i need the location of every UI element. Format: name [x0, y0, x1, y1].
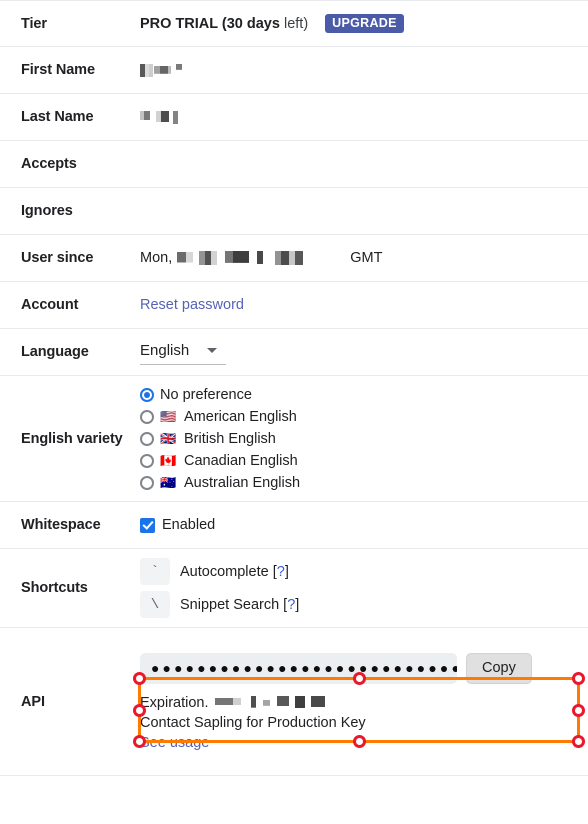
row-value-api: ●●●●●●●●●●●●●●●●●●●●●●●●●●●●●●●●●●●●● Co…	[140, 628, 588, 775]
user-since-prefix: Mon,	[140, 250, 173, 266]
radio-option-no-preference[interactable]: No preference	[140, 384, 300, 405]
redacted-last-name	[140, 110, 186, 124]
api-expiration-line: Expiration.	[140, 693, 532, 713]
help-icon-snippet-search[interactable]: ?	[287, 597, 295, 613]
chevron-down-icon	[207, 347, 218, 353]
redacted-first-name	[140, 63, 188, 77]
row-value-account: Reset password	[140, 297, 588, 313]
radio-option-british-english[interactable]: 🇬🇧 British English	[140, 428, 300, 449]
language-select[interactable]: English	[140, 340, 226, 365]
row-label-last-name: Last Name	[21, 109, 94, 125]
language-select-value: English	[140, 341, 190, 359]
row-first-name: First Name	[0, 47, 588, 94]
row-accepts: Accepts	[0, 141, 588, 188]
row-label-accepts: Accepts	[21, 156, 77, 172]
row-value-english-variety: No preference 🇺🇸 American English 🇬🇧 Bri…	[140, 376, 588, 501]
row-label-first-name: First Name	[21, 62, 95, 78]
tier-remaining-text: left)	[279, 15, 309, 32]
row-whitespace: Whitespace Enabled	[0, 502, 588, 549]
shortcut-list: ` Autocomplete [?] \ Snippet Search [?]	[140, 549, 299, 627]
row-label-language: Language	[21, 344, 89, 360]
row-label-ignores: Ignores	[21, 203, 73, 219]
radio-icon-australian-english[interactable]	[140, 475, 154, 490]
radio-label-no-preference: No preference	[160, 386, 252, 403]
account-settings-table: Tier PRO TRIAL (30 days left) UPGRADE Fi…	[0, 0, 588, 776]
shortcut-item-snippet-search: \ Snippet Search [?]	[140, 591, 299, 618]
row-last-name: Last Name	[0, 94, 588, 141]
row-value-last-name	[140, 110, 588, 124]
row-ignores: Ignores	[0, 188, 588, 235]
flag-icon-gb: 🇬🇧	[160, 431, 177, 446]
row-label-tier: Tier	[21, 15, 47, 32]
copy-api-key-button[interactable]: Copy	[466, 652, 532, 684]
radio-icon-british-english[interactable]	[140, 431, 154, 446]
row-value-first-name	[140, 63, 588, 77]
row-label-account: Account	[21, 297, 79, 313]
shortcut-item-autocomplete: ` Autocomplete [?]	[140, 558, 299, 585]
row-value-user-since: Mon, GMT	[140, 250, 588, 266]
row-english-variety: English variety No preference 🇺🇸 America…	[0, 376, 588, 502]
row-label-english-variety: English variety	[21, 430, 123, 447]
row-user-since: User since Mon, GMT	[0, 235, 588, 282]
upgrade-button[interactable]: UPGRADE	[325, 13, 404, 34]
radio-label-american-english: American English	[184, 408, 297, 425]
radio-option-australian-english[interactable]: 🇦🇺 Australian English	[140, 472, 300, 493]
api-see-usage-line: See usage	[140, 733, 532, 753]
row-api: API ●●●●●●●●●●●●●●●●●●●●●●●●●●●●●●●●●●●●…	[0, 628, 588, 776]
row-value-language: English	[140, 340, 588, 365]
api-production-key-line: Contact Sapling for Production Key	[140, 714, 366, 731]
redacted-user-since-date	[177, 251, 346, 265]
radio-label-canadian-english: Canadian English	[184, 452, 298, 469]
shortcut-label-autocomplete: Autocomplete [?]	[180, 563, 289, 580]
row-label-api: API	[21, 693, 45, 710]
shortcut-label-snippet-search: Snippet Search [?]	[180, 596, 300, 613]
row-label-whitespace: Whitespace	[21, 517, 101, 533]
checkbox-icon-whitespace[interactable]	[140, 517, 155, 533]
row-account: Account Reset password	[0, 282, 588, 329]
row-tier: Tier PRO TRIAL (30 days left) UPGRADE	[0, 0, 588, 47]
radio-icon-american-english[interactable]	[140, 409, 154, 424]
radio-option-canadian-english[interactable]: 🇨🇦 Canadian English	[140, 450, 300, 471]
row-label-shortcuts: Shortcuts	[21, 580, 88, 596]
radio-option-american-english[interactable]: 🇺🇸 American English	[140, 406, 300, 427]
api-expiration-label: Expiration.	[140, 694, 209, 711]
flag-icon-us: 🇺🇸	[160, 409, 177, 424]
row-label-user-since: User since	[21, 250, 94, 266]
shortcut-text-snippet-search: Snippet Search	[180, 596, 280, 613]
tier-value: PRO TRIAL (30 days left)	[140, 16, 308, 32]
user-since-suffix: GMT	[350, 250, 383, 266]
radio-label-australian-english: Australian English	[184, 474, 301, 491]
radio-icon-no-preference[interactable]	[140, 387, 154, 402]
row-value-shortcuts: ` Autocomplete [?] \ Snippet Search [?]	[140, 549, 588, 627]
api-key-input[interactable]: ●●●●●●●●●●●●●●●●●●●●●●●●●●●●●●●●●●●●●	[140, 652, 457, 684]
help-icon-autocomplete[interactable]: ?	[277, 564, 285, 580]
radio-icon-canadian-english[interactable]	[140, 453, 154, 468]
row-language: Language English	[0, 329, 588, 376]
whitespace-checkbox-row[interactable]: Enabled	[140, 517, 215, 533]
flag-icon-ca: 🇨🇦	[160, 453, 177, 468]
reset-password-link[interactable]: Reset password	[140, 297, 244, 313]
api-key-line: ●●●●●●●●●●●●●●●●●●●●●●●●●●●●●●●●●●●●● Co…	[140, 652, 532, 684]
whitespace-checkbox-label: Enabled	[162, 517, 216, 533]
shortcut-text-autocomplete: Autocomplete	[180, 563, 269, 580]
flag-icon-au: 🇦🇺	[160, 475, 177, 490]
key-chip-backtick: `	[140, 558, 170, 585]
redacted-api-expiration	[214, 696, 337, 709]
see-usage-link[interactable]: See usage	[140, 733, 209, 753]
row-value-tier: PRO TRIAL (30 days left) UPGRADE	[140, 13, 588, 34]
radio-label-british-english: British English	[184, 430, 276, 447]
english-variety-radio-group: No preference 🇺🇸 American English 🇬🇧 Bri…	[140, 376, 300, 501]
key-chip-backslash: \	[140, 591, 170, 618]
row-shortcuts: Shortcuts ` Autocomplete [?] \ Snippet S…	[0, 549, 588, 628]
api-block: ●●●●●●●●●●●●●●●●●●●●●●●●●●●●●●●●●●●●● Co…	[140, 641, 532, 763]
row-value-whitespace: Enabled	[140, 517, 588, 533]
tier-plan-text: PRO TRIAL (30 days	[140, 15, 280, 32]
